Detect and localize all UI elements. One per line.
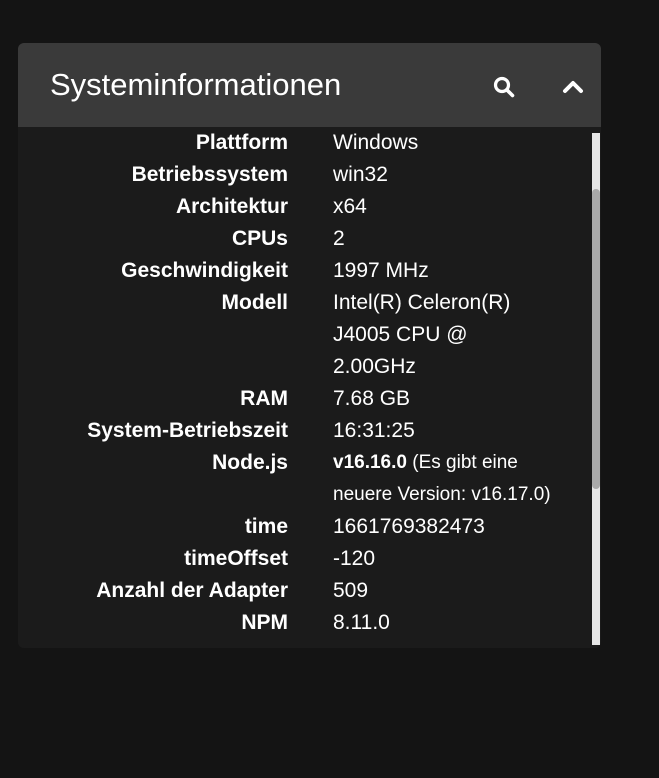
row-value: Windows [333,131,419,154]
info-row-ram: RAM 7.68 GB [18,383,588,415]
panel-header: Systeminformationen [18,43,601,128]
info-row-architektur: Architektur x64 [18,191,588,223]
node-update-note: (Es gibt eine [412,452,518,473]
node-version: v16.16.0 [333,452,407,473]
row-label: timeOffset [184,547,288,570]
info-row-modell: Modell Intel(R) Celeron(R) J4005 CPU @ 2… [18,287,588,383]
collapse-button[interactable] [555,69,591,105]
row-label: RAM [240,387,288,410]
row-label: Anzahl der Adapter [96,579,288,602]
row-label: NPM [241,611,288,634]
info-row-plattform: Plattform Windows [18,127,588,159]
row-value-line: Intel(R) Celeron(R) [333,291,511,314]
info-row-time: time 1661769382473 [18,511,588,543]
info-row-system-betriebszeit: System-Betriebszeit 16:31:25 [18,415,588,447]
row-value: 16:31:25 [333,419,415,442]
row-label: Architektur [175,195,288,218]
node-version-line: v16.16.0 (Es gibt eine [333,447,583,479]
row-label: Modell [221,291,289,314]
row-value: 8.11.0 [333,611,390,634]
row-value: 7.68 GB [333,387,411,410]
row-value: 1997 MHz [333,259,429,282]
info-row-geschwindigkeit: Geschwindigkeit 1997 MHz [18,255,588,287]
row-label: Node.js [212,451,288,474]
panel-title: Systeminformationen [50,67,342,102]
info-row-anzahl-der-adapter: Anzahl der Adapter 509 [18,575,588,607]
row-label: time [244,515,288,538]
row-label: Geschwindigkeit [121,259,288,282]
row-label: Plattform [195,131,288,154]
chevron-up-icon [563,81,583,93]
info-row-betriebssystem: Betriebssystem win32 [18,159,588,191]
scrollbar-thumb[interactable] [592,189,600,489]
row-value: x64 [333,195,367,218]
row-value: win32 [333,163,388,186]
row-label: System-Betriebszeit [87,419,288,442]
info-row-nodejs: Node.js v16.16.0 (Es gibt eine neuere Ve… [18,447,588,511]
row-value-line: 2.00GHz [333,355,416,378]
row-value: 509 [333,579,369,602]
search-button[interactable] [486,69,522,105]
row-value: -120 [333,547,376,570]
row-label: CPUs [231,227,288,250]
vertical-scrollbar[interactable] [592,133,600,645]
node-update-note-line2: neuere Version: v16.17.0) [333,484,551,505]
system-info-panel: Systeminformationen Plattform Windows Be… [18,43,601,648]
info-row-npm: NPM 8.11.0 [18,607,588,639]
info-row-cpus: CPUs 2 [18,223,588,255]
row-value-line: J4005 CPU @ [333,323,468,346]
panel-body: Plattform Windows Betriebssystem win32 A… [18,127,601,648]
info-row-timeoffset: timeOffset -120 [18,543,588,575]
row-value: 1661769382473 [333,515,485,538]
row-value: 2 [333,227,345,250]
row-label: Betriebssystem [131,163,288,186]
search-icon [493,76,515,98]
